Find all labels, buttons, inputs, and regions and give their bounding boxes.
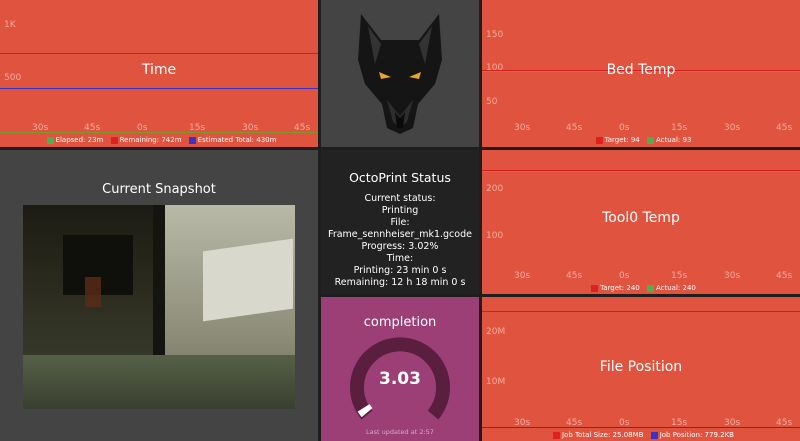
legend-swatch — [650, 431, 658, 439]
legend-swatch — [110, 136, 118, 144]
tool0-x-tick: 45s — [776, 271, 793, 281]
status-line-progress: Progress: 3.02% — [361, 241, 439, 252]
bed-x-tick: 15s — [671, 123, 688, 133]
bed-temp-panel: 150 100 50 Bed Temp 30s 45s 0s 15s 30s 4… — [482, 0, 800, 147]
status-line-current: Current status: — [364, 193, 436, 204]
legend-label: Actual: 240 — [655, 284, 696, 292]
legend-label: Target: 240 — [600, 284, 640, 292]
legend-label: Job Position: 779.2KB — [659, 431, 734, 439]
snapshot-panel: Current Snapshot — [0, 150, 318, 441]
status-line-file: File: Frame_sennheiser_mk1.gcode — [328, 217, 472, 240]
tool0-x-tick: 30s — [724, 271, 741, 281]
legend-swatch — [188, 136, 196, 144]
legend-swatch — [46, 136, 54, 144]
legend-label: Actual: 93 — [655, 136, 692, 144]
status-panel: OctoPrint Status Current status: Printin… — [321, 150, 479, 294]
file-x-tick: 45s — [776, 418, 793, 428]
status-line-state: Printing — [381, 205, 419, 216]
tool0-actual-line — [482, 171, 800, 172]
legend-swatch — [646, 284, 654, 292]
legend-label: Elapsed: 23m — [55, 136, 104, 144]
legend-label: Estimated Total: 430m — [197, 136, 277, 144]
completion-value: 3.03 — [379, 369, 421, 389]
bed-x-tick: 45s — [566, 123, 583, 133]
file-total-line — [482, 311, 800, 312]
status-line-remaining: Remaining: 12 h 18 min 0 s — [334, 277, 466, 288]
time-x-tick: 0s — [137, 123, 148, 133]
legend-swatch — [591, 284, 599, 292]
tool0-temp-panel: 200 100 Tool0 Temp 30s 45s 0s 15s 30s 45… — [482, 150, 800, 294]
tool0-y-tick-200: 200 — [486, 184, 504, 194]
snapshot-bed — [23, 355, 295, 409]
bed-x-tick: 45s — [776, 123, 793, 133]
snapshot-title: Current Snapshot — [102, 182, 216, 197]
time-estimated-line — [0, 88, 318, 89]
completion-panel: completion 3.03 Last updated at 2:57 — [321, 297, 479, 441]
fox-logo-icon — [358, 14, 442, 134]
bed-y-tick-150: 150 — [486, 30, 504, 40]
time-x-tick: 45s — [84, 123, 101, 133]
status-title: OctoPrint Status — [349, 170, 451, 185]
time-x-tick: 45s — [294, 123, 311, 133]
time-x-tick: 15s — [189, 123, 206, 133]
snapshot-sheet — [203, 238, 293, 322]
time-y-tick-1k: 1K — [4, 20, 16, 30]
time-remaining-line — [0, 53, 318, 54]
file-x-tick: 30s — [724, 418, 741, 428]
time-x-tick: 30s — [32, 123, 49, 133]
file-position-title: File Position — [599, 359, 683, 375]
tool0-temp-title: Tool0 Temp — [602, 210, 680, 226]
bed-x-tick: 30s — [724, 123, 741, 133]
file-x-tick: 30s — [514, 418, 531, 428]
file-position-panel: 20M 10M File Position 30s 45s 0s 15s 30s… — [482, 297, 800, 441]
logo-panel — [321, 0, 479, 147]
status-body: Current status: Printing File: Frame_sen… — [321, 193, 479, 289]
file-legend: Job Total Size: 25.08MB Job Position: 77… — [482, 431, 800, 439]
tool0-x-tick: 30s — [514, 271, 531, 281]
legend-swatch — [595, 136, 603, 144]
legend-label: Remaining: 742m — [119, 136, 182, 144]
legend-label: Target: 94 — [604, 136, 640, 144]
time-x-tick: 30s — [242, 123, 259, 133]
file-x-tick: 0s — [619, 418, 630, 428]
file-x-tick: 15s — [671, 418, 688, 428]
tool0-x-tick: 15s — [671, 271, 688, 281]
legend-label: Job Total Size: 25.08MB — [562, 431, 644, 439]
gauge-fill — [357, 404, 373, 418]
time-panel: 1K 500 Time 30s 45s 0s 15s 30s 45s Elaps… — [0, 0, 318, 147]
status-line-printing: Printing: 23 min 0 s — [353, 265, 447, 276]
tool0-legend: Target: 240 Actual: 240 — [482, 284, 800, 292]
bed-x-tick: 0s — [619, 123, 630, 133]
file-x-tick: 45s — [566, 418, 583, 428]
bed-temp-title: Bed Temp — [606, 62, 676, 78]
webcam-snapshot-image — [23, 205, 295, 409]
tool0-x-tick: 0s — [619, 271, 630, 281]
tool0-y-tick-100: 100 — [486, 231, 504, 241]
time-legend: Elapsed: 23m Remaining: 742m Estimated T… — [0, 136, 318, 144]
status-line-time: Time: — [386, 253, 414, 264]
tool0-x-tick: 45s — [566, 271, 583, 281]
file-y-tick-10m: 10M — [486, 377, 506, 387]
time-title: Time — [141, 62, 177, 78]
snapshot-hotend-glow — [85, 277, 101, 307]
legend-swatch — [553, 431, 561, 439]
legend-swatch — [646, 136, 654, 144]
completion-footer: Last updated at 2:57 — [366, 428, 434, 436]
bed-y-tick-50: 50 — [486, 97, 498, 107]
bed-legend: Target: 94 Actual: 93 — [482, 136, 800, 144]
bed-x-tick: 30s — [514, 123, 531, 133]
file-y-tick-20m: 20M — [486, 327, 506, 337]
